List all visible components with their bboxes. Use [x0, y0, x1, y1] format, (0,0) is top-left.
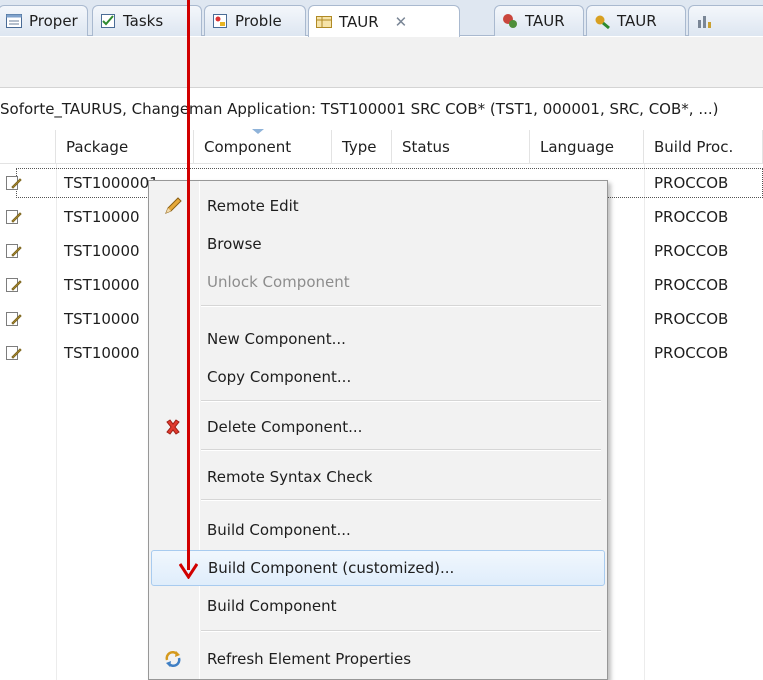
cell-build-proc: PROCCOB: [654, 310, 729, 328]
menu-separator: [201, 499, 601, 501]
tasks-icon: [101, 14, 115, 28]
menu-item-label: Unlock Component: [207, 273, 350, 291]
menu-item-label: Browse: [207, 235, 262, 253]
cell-build-proc: PROCCOB: [654, 242, 729, 260]
menu-item-unlock-component[interactable]: Unlock Component: [151, 264, 605, 300]
cell-build-proc: PROCCOB: [654, 276, 729, 294]
table-header: Package Component Type Status Language B…: [0, 129, 763, 164]
menu-item-label: Remote Syntax Check: [207, 468, 373, 486]
view-toolbar: [0, 37, 763, 88]
column-header-type[interactable]: Type: [332, 130, 392, 164]
editor-tab-strip: Proper Tasks Proble TAUR ✕ TAUR TAUR: [0, 0, 763, 37]
column-header-package[interactable]: Package: [56, 130, 194, 164]
view-title: Soforte_TAURUS, Changeman Application: T…: [0, 88, 763, 130]
context-menu: Remote Edit Browse Unlock Component New …: [148, 180, 608, 680]
edit-document-icon: [6, 244, 22, 258]
annotation-arrow-line: [187, 0, 190, 570]
annotation-arrow-head-icon: [179, 563, 198, 579]
menu-separator: [201, 449, 601, 451]
menu-item-build-component[interactable]: Build Component: [151, 588, 605, 624]
menu-item-label: Build Component (customized)...: [208, 559, 455, 577]
edit-document-icon: [6, 278, 22, 292]
menu-item-label: Refresh Element Properties: [207, 650, 412, 668]
properties-icon: [6, 14, 22, 28]
menu-item-label: New Component...: [207, 330, 346, 348]
pencil-icon: [165, 197, 182, 214]
tab-properties[interactable]: Proper: [0, 5, 88, 36]
taurus-chart-icon: [698, 16, 711, 28]
edit-document-icon: [6, 176, 22, 190]
menu-item-label: Build Component: [207, 597, 337, 615]
menu-item-browse[interactable]: Browse: [151, 226, 605, 262]
tab-label: TAUR: [339, 12, 379, 31]
menu-item-copy-component[interactable]: Copy Component...: [151, 359, 605, 395]
edit-document-icon: [6, 312, 22, 326]
tab-taurus-search[interactable]: TAUR: [494, 5, 584, 36]
column-header-component[interactable]: Component: [194, 129, 332, 164]
menu-item-label: Delete Component...: [207, 418, 363, 436]
column-header-status[interactable]: Status: [392, 130, 530, 164]
cell-build-proc: PROCCOB: [654, 174, 729, 192]
cell-build-proc: PROCCOB: [654, 208, 729, 226]
tab-tasks[interactable]: Tasks: [92, 5, 202, 36]
tab-label: TAUR: [525, 12, 565, 30]
taurus-table-icon: [316, 15, 332, 28]
menu-item-label: Remote Edit: [207, 197, 299, 215]
tab-taurus-table[interactable]: TAUR ✕: [308, 5, 460, 37]
menu-item-build-component-customized[interactable]: Build Component (customized)...: [151, 550, 605, 586]
edit-document-icon: [6, 210, 22, 224]
menu-item-remote-syntax-check[interactable]: Remote Syntax Check: [151, 459, 605, 495]
red-x-icon: [166, 419, 180, 435]
tab-label: Proper: [29, 12, 78, 30]
menu-item-delete-component[interactable]: Delete Component...: [151, 409, 605, 445]
taurus-tools-icon: [595, 15, 610, 30]
menu-item-label: Copy Component...: [207, 368, 352, 386]
menu-separator: [201, 305, 601, 307]
menu-item-remote-edit[interactable]: Remote Edit: [151, 188, 605, 224]
tab-label: Proble: [235, 12, 282, 30]
column-header-language[interactable]: Language: [530, 130, 644, 164]
menu-item-refresh-element-properties[interactable]: Refresh Element Properties: [151, 641, 605, 677]
tab-taurus-tools[interactable]: TAUR: [586, 5, 686, 36]
menu-separator: [201, 400, 601, 402]
close-icon[interactable]: ✕: [395, 13, 408, 31]
column-header-icon[interactable]: [0, 130, 56, 164]
tab-label: Tasks: [123, 12, 164, 30]
edit-document-icon: [6, 346, 22, 360]
tab-problems[interactable]: Proble: [204, 5, 306, 36]
tab-taurus-chart[interactable]: [688, 5, 763, 36]
menu-item-build-component-dialog[interactable]: Build Component...: [151, 512, 605, 548]
menu-separator: [201, 630, 601, 632]
problems-icon: [213, 14, 227, 28]
refresh-icon: [165, 651, 181, 667]
menu-item-label: Build Component...: [207, 521, 351, 539]
menu-item-new-component[interactable]: New Component...: [151, 321, 605, 357]
taurus-search-icon: [503, 14, 517, 28]
cell-build-proc: PROCCOB: [654, 344, 729, 362]
column-header-build-proc[interactable]: Build Proc.: [644, 130, 763, 164]
tab-label: TAUR: [617, 12, 657, 30]
